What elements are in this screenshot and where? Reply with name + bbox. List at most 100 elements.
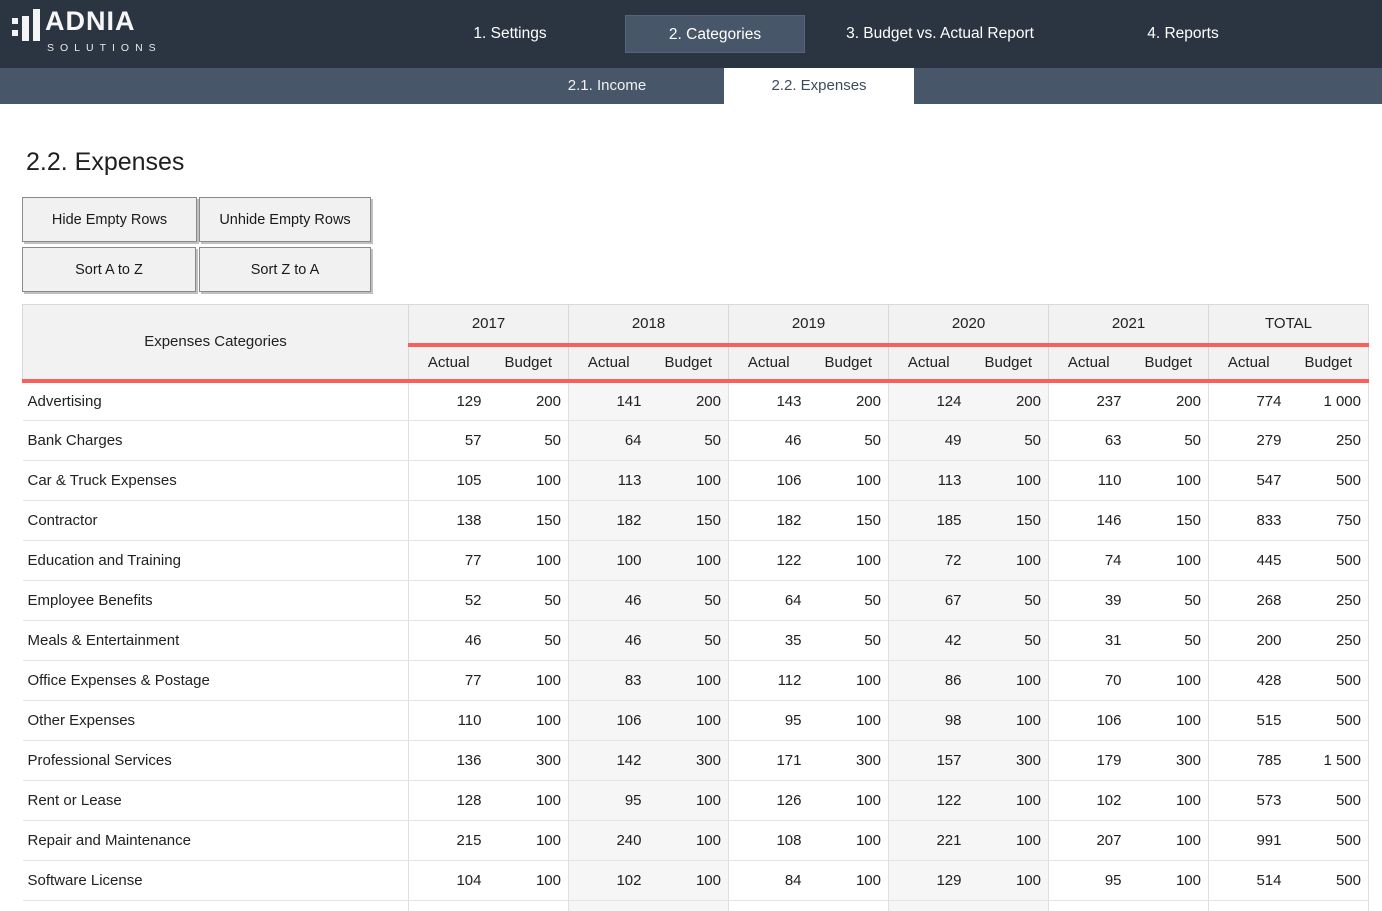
value-cell[interactable]: 100 [489,461,569,501]
value-cell[interactable]: 100 [809,781,889,821]
value-cell[interactable]: 200 [1129,381,1209,421]
value-cell[interactable]: 428 [1209,661,1289,701]
value-cell[interactable]: 126 [729,781,809,821]
value-cell[interactable]: 500 [1289,781,1369,821]
value-cell[interactable]: 129 [889,861,969,901]
value-cell[interactable]: 46 [729,421,809,461]
value-cell[interactable]: 100 [649,541,729,581]
value-cell[interactable] [1129,901,1209,911]
value-cell[interactable]: 300 [809,741,889,781]
value-cell[interactable]: 300 [969,741,1049,781]
value-cell[interactable]: 77 [409,661,489,701]
value-cell[interactable]: 84 [729,861,809,901]
value-cell[interactable]: 100 [969,821,1049,861]
value-cell[interactable]: 63 [1049,421,1129,461]
value-cell[interactable]: 141 [569,381,649,421]
value-cell[interactable]: 150 [489,501,569,541]
value-cell[interactable]: 86 [889,661,969,701]
value-cell[interactable]: 500 [1289,541,1369,581]
category-cell[interactable]: Software License [23,861,409,901]
value-cell[interactable]: 50 [489,421,569,461]
value-cell[interactable]: 515 [1209,701,1289,741]
category-cell[interactable]: Other Expenses [23,701,409,741]
value-cell[interactable]: 100 [649,461,729,501]
value-cell[interactable]: 215 [409,821,489,861]
value-cell[interactable]: 445 [1209,541,1289,581]
value-cell[interactable]: 100 [809,821,889,861]
value-cell[interactable]: 207 [1049,821,1129,861]
value-cell[interactable]: 100 [489,821,569,861]
value-cell[interactable]: 100 [1129,701,1209,741]
value-cell[interactable]: 514 [1209,861,1289,901]
value-cell[interactable]: 100 [969,661,1049,701]
value-cell[interactable]: 100 [649,861,729,901]
value-cell[interactable]: 50 [809,421,889,461]
value-cell[interactable]: 100 [969,461,1049,501]
category-cell[interactable]: Contractor [23,501,409,541]
value-cell[interactable]: 64 [569,421,649,461]
value-cell[interactable]: 50 [969,621,1049,661]
value-cell[interactable]: 50 [969,581,1049,621]
category-cell[interactable]: Repair and Maintenance [23,821,409,861]
value-cell[interactable]: 102 [1049,781,1129,821]
value-cell[interactable] [729,901,809,911]
value-cell[interactable]: 67 [889,581,969,621]
tab-budget-vs-actual-report[interactable]: 3. Budget vs. Actual Report [820,15,1060,53]
value-cell[interactable]: 150 [1129,501,1209,541]
value-cell[interactable]: 100 [809,701,889,741]
value-cell[interactable]: 100 [809,541,889,581]
value-cell[interactable]: 182 [729,501,809,541]
value-cell[interactable]: 122 [889,781,969,821]
value-cell[interactable]: 46 [569,621,649,661]
value-cell[interactable]: 136 [409,741,489,781]
value-cell[interactable]: 42 [889,621,969,661]
category-cell[interactable]: Advertising [23,381,409,421]
value-cell[interactable]: 200 [809,381,889,421]
value-cell[interactable]: 221 [889,821,969,861]
category-cell[interactable]: Professional Services [23,741,409,781]
value-cell[interactable]: 110 [1049,461,1129,501]
value-cell[interactable]: 50 [489,581,569,621]
value-cell[interactable]: 46 [409,621,489,661]
value-cell[interactable]: 750 [1289,501,1369,541]
value-cell[interactable]: 100 [1129,821,1209,861]
value-cell[interactable]: 77 [409,541,489,581]
category-cell[interactable]: Meals & Entertainment [23,621,409,661]
value-cell[interactable]: 50 [1129,581,1209,621]
value-cell[interactable]: 122 [729,541,809,581]
value-cell[interactable]: 95 [569,781,649,821]
value-cell[interactable]: 50 [649,581,729,621]
value-cell[interactable]: 250 [1289,581,1369,621]
value-cell[interactable]: 50 [649,621,729,661]
category-cell[interactable]: Bank Charges [23,421,409,461]
value-cell[interactable]: 50 [969,421,1049,461]
value-cell[interactable]: 57 [409,421,489,461]
value-cell[interactable]: 240 [569,821,649,861]
category-cell[interactable]: Office Expenses & Postage [23,661,409,701]
value-cell[interactable]: 100 [489,701,569,741]
value-cell[interactable]: 49 [889,421,969,461]
value-cell[interactable]: 150 [969,501,1049,541]
value-cell[interactable] [1049,901,1129,911]
value-cell[interactable]: 500 [1289,861,1369,901]
value-cell[interactable]: 100 [569,541,649,581]
value-cell[interactable]: 573 [1209,781,1289,821]
value-cell[interactable] [889,901,969,911]
value-cell[interactable]: 182 [569,501,649,541]
value-cell[interactable]: 500 [1289,461,1369,501]
subtab-income[interactable]: 2.1. Income [527,68,687,104]
value-cell[interactable]: 138 [409,501,489,541]
value-cell[interactable]: 785 [1209,741,1289,781]
value-cell[interactable]: 105 [409,461,489,501]
value-cell[interactable]: 300 [489,741,569,781]
value-cell[interactable]: 179 [1049,741,1129,781]
value-cell[interactable]: 113 [569,461,649,501]
value-cell[interactable]: 100 [969,701,1049,741]
value-cell[interactable]: 500 [1289,701,1369,741]
value-cell[interactable]: 100 [649,701,729,741]
value-cell[interactable]: 50 [489,621,569,661]
value-cell[interactable]: 100 [489,781,569,821]
value-cell[interactable]: 98 [889,701,969,741]
category-cell[interactable]: Employee Benefits [23,581,409,621]
value-cell[interactable]: 100 [969,541,1049,581]
